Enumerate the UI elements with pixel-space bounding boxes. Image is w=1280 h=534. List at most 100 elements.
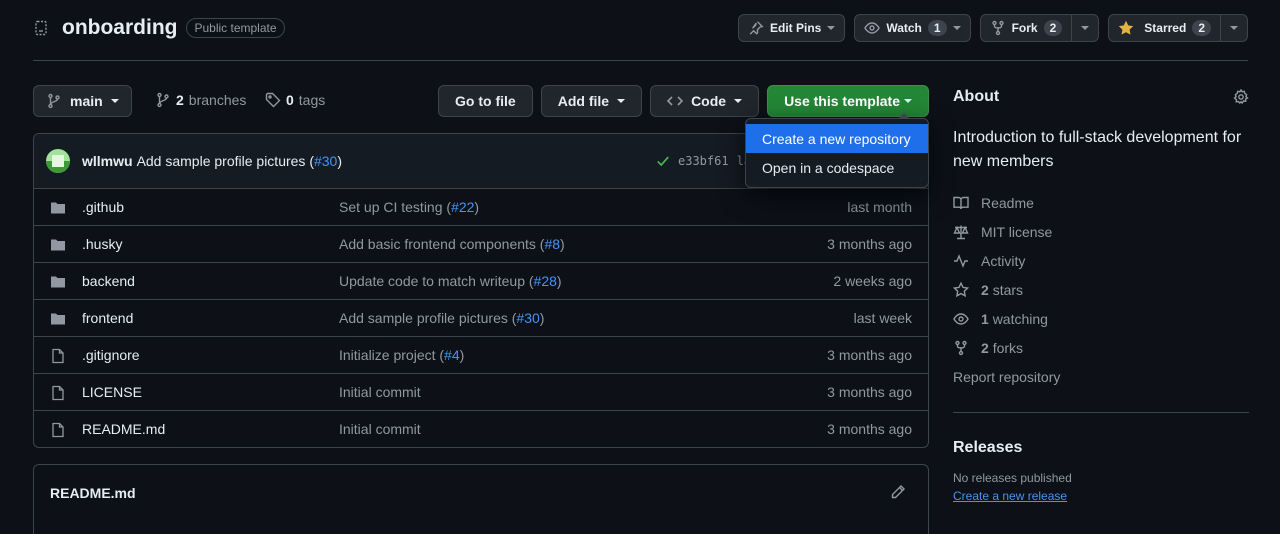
file-commit-pr-link[interactable]: #22 bbox=[451, 199, 474, 215]
menu-item-create-repository[interactable]: Create a new repository bbox=[746, 124, 928, 153]
starred-label: Starred bbox=[1144, 21, 1187, 35]
file-commit-message[interactable]: Add sample profile pictures (#30) bbox=[339, 310, 544, 326]
report-repository-link[interactable]: Report repository bbox=[953, 362, 1249, 391]
avatar[interactable] bbox=[46, 149, 70, 173]
use-template-label: Use this template bbox=[784, 93, 900, 109]
commit-pr-link[interactable]: #30 bbox=[314, 153, 337, 169]
repo-description: Introduction to full-stack development f… bbox=[953, 129, 1242, 170]
file-name[interactable]: .husky bbox=[82, 236, 122, 252]
tags-link[interactable]: 0 tags bbox=[265, 92, 325, 108]
fork-dropdown[interactable] bbox=[1071, 15, 1098, 41]
code-label: Code bbox=[691, 93, 727, 109]
starred-button[interactable]: Starred 2 bbox=[1108, 14, 1248, 42]
repo-name[interactable]: onboarding bbox=[62, 16, 177, 40]
file-commit-message[interactable]: Initial commit bbox=[339, 421, 421, 437]
file-commit-time: 3 months ago bbox=[827, 236, 912, 252]
star-lists-dropdown[interactable] bbox=[1220, 15, 1247, 41]
file-name[interactable]: frontend bbox=[82, 310, 133, 326]
file-commit-message[interactable]: Update code to match writeup (#28) bbox=[339, 273, 562, 289]
branches-count: 2 bbox=[176, 92, 184, 108]
file-icon bbox=[50, 422, 66, 438]
file-commit-text: Update code to match writeup ( bbox=[339, 273, 534, 289]
edit-pins-button[interactable]: Edit Pins bbox=[737, 14, 846, 42]
pencil-icon[interactable] bbox=[890, 484, 906, 500]
file-commit-message[interactable]: Initialize project (#4) bbox=[339, 347, 464, 363]
file-commit-close: ) bbox=[539, 310, 545, 326]
chevron-down-icon bbox=[110, 99, 119, 103]
commit-message[interactable]: Add sample profile pictures (#30) bbox=[137, 153, 342, 169]
stars-link[interactable]: 2 stars bbox=[953, 275, 1249, 304]
commit-message-text: Add sample profile pictures ( bbox=[136, 153, 314, 169]
watching-link[interactable]: 1 watching bbox=[953, 304, 1249, 333]
file-commit-message[interactable]: Set up CI testing (#22) bbox=[339, 199, 479, 215]
file-name[interactable]: LICENSE bbox=[82, 384, 142, 400]
file-commit-time: 3 months ago bbox=[827, 421, 912, 437]
template-menu: Create a new repository Open in a codesp… bbox=[745, 113, 929, 188]
table-row[interactable]: frontend Add sample profile pictures (#30… bbox=[34, 300, 928, 337]
license-link-label: MIT license bbox=[981, 223, 1053, 240]
file-commit-pr-link[interactable]: #28 bbox=[534, 273, 557, 289]
commit-sha[interactable]: e33bf61 bbox=[678, 154, 729, 168]
table-row[interactable]: .github Set up CI testing (#22) last month bbox=[34, 189, 928, 226]
license-link[interactable]: MIT license bbox=[953, 217, 1249, 246]
add-file-label: Add file bbox=[557, 93, 610, 109]
code-button[interactable]: Code bbox=[650, 85, 760, 117]
forks-label: forks bbox=[992, 339, 1024, 356]
file-commit-pr-link[interactable]: #30 bbox=[516, 310, 539, 326]
chevron-down-icon bbox=[1081, 26, 1090, 30]
table-row[interactable]: README.md Initial commit 3 months ago bbox=[34, 411, 928, 447]
fork-icon bbox=[953, 340, 969, 356]
menu-item-open-codespace[interactable]: Open in a codespace bbox=[746, 153, 928, 182]
branch-name: main bbox=[70, 93, 103, 109]
activity-link[interactable]: Activity bbox=[953, 246, 1249, 275]
table-row[interactable]: .husky Add basic frontend components (#8)… bbox=[34, 226, 928, 263]
go-to-file-button[interactable]: Go to file bbox=[438, 85, 533, 117]
branches-link[interactable]: 2 branches bbox=[155, 92, 246, 108]
file-commit-pr-link[interactable]: #8 bbox=[544, 236, 560, 252]
fork-label: Fork bbox=[1011, 21, 1038, 35]
file-commit-text: Add sample profile pictures ( bbox=[339, 310, 517, 326]
readme-panel: README.md bbox=[33, 464, 929, 534]
gear-icon[interactable] bbox=[1233, 89, 1249, 105]
file-name[interactable]: backend bbox=[82, 273, 135, 289]
file-commit-text: Initialize project ( bbox=[339, 347, 445, 363]
file-commit-pr-link[interactable]: #4 bbox=[444, 347, 460, 363]
tags-count: 0 bbox=[286, 92, 294, 108]
watch-button[interactable]: Watch 1 bbox=[854, 14, 971, 42]
readme-link[interactable]: Readme bbox=[953, 188, 1249, 217]
add-file-button[interactable]: Add file bbox=[540, 85, 643, 117]
file-commit-close: ) bbox=[459, 347, 465, 363]
chevron-down-icon bbox=[1230, 26, 1238, 30]
table-row[interactable]: LICENSE Initial commit 3 months ago bbox=[34, 374, 928, 411]
file-commit-text: Set up CI testing ( bbox=[339, 199, 452, 215]
file-commit-text: Initial commit bbox=[339, 384, 421, 400]
folder-icon bbox=[50, 274, 66, 290]
file-commit-close: ) bbox=[560, 236, 565, 252]
file-commit-time: last week bbox=[853, 310, 912, 326]
check-icon[interactable] bbox=[656, 154, 670, 168]
table-row[interactable]: .gitignore Initialize project (#4) 3 month… bbox=[34, 337, 928, 374]
file-name[interactable]: .gitignore bbox=[82, 347, 140, 363]
star-count: 2 bbox=[1192, 20, 1211, 36]
releases-heading[interactable]: Releases bbox=[953, 439, 1249, 457]
file-commit-message[interactable]: Initial commit bbox=[339, 384, 421, 400]
watching-label: watching bbox=[992, 310, 1048, 327]
commit-author[interactable]: wllmwu bbox=[82, 153, 133, 169]
folder-icon bbox=[50, 311, 66, 327]
table-row[interactable]: backend Update code to match writeup (#28… bbox=[34, 263, 928, 300]
file-commit-time: 2 weeks ago bbox=[833, 273, 912, 289]
readme-title[interactable]: README.md bbox=[50, 485, 136, 501]
branch-selector[interactable]: main bbox=[33, 85, 132, 117]
visibility-badge: Public template bbox=[186, 18, 285, 38]
file-commit-close: ) bbox=[556, 273, 562, 289]
git-branch-icon bbox=[155, 92, 171, 108]
create-release-link[interactable]: Create a new release bbox=[953, 489, 1067, 503]
eye-icon bbox=[864, 20, 881, 36]
file-name[interactable]: .github bbox=[82, 199, 124, 215]
file-commit-text: Add basic frontend components ( bbox=[339, 236, 545, 252]
file-commit-message[interactable]: Add basic frontend components (#8) bbox=[339, 236, 565, 252]
file-name[interactable]: README.md bbox=[82, 421, 165, 437]
sidebar-divider bbox=[953, 412, 1249, 413]
fork-button[interactable]: Fork 2 bbox=[979, 14, 1100, 42]
forks-link[interactable]: 2 forks bbox=[953, 333, 1249, 362]
